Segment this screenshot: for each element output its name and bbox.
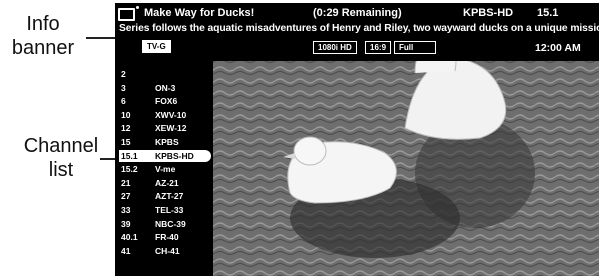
duck-head — [293, 136, 327, 166]
channel-list-item[interactable]: 27 AZT-27 — [119, 190, 211, 202]
channel-list-item[interactable]: 21 AZ-21 — [119, 177, 211, 189]
channel-number: 2 — [121, 69, 126, 79]
channel-list-item[interactable]: 39 NBC-39 — [119, 218, 211, 230]
resolution-badge: 1080i HD — [313, 41, 357, 54]
channel-name: TEL-33 — [155, 205, 184, 215]
channel-name: CH-41 — [155, 245, 180, 256]
channel-list-item[interactable]: 15.1 KPBS-HD — [119, 149, 211, 162]
channel-list-item[interactable]: 6 FOX6 — [119, 95, 211, 107]
info-banner-leader-line — [86, 37, 116, 39]
rating-badge: TV-G — [142, 40, 171, 53]
channel-name: AZT-27 — [155, 191, 184, 202]
channel-number: 21 — [121, 177, 131, 188]
channel-list[interactable]: 2 3 ON-3 6 FOX6 10 XWV-10 12 XEW-12 15 KPBS 15.1 KPB… — [115, 61, 213, 276]
channel-list-item[interactable]: 15.2 V-me — [119, 163, 211, 175]
program-description: Series follows the aquatic misadventures… — [119, 23, 599, 34]
channel-number: 40.1 — [121, 232, 138, 243]
clock: 12:00 AM — [535, 42, 581, 54]
channel-list-item[interactable]: 2 — [119, 68, 211, 80]
channel-list-item[interactable]: 40.1 FR-40 — [119, 231, 211, 243]
info-banner-callout: Info banner — [0, 12, 86, 60]
channel-name: XWV-10 — [155, 109, 187, 120]
channel-name: KPBS — [155, 137, 179, 147]
channel-number: 41 — [121, 245, 131, 256]
channel-name: ON-3 — [155, 82, 176, 93]
channel-list-item[interactable]: 3 ON-3 — [119, 82, 211, 94]
channel-name: AZ-21 — [155, 177, 179, 188]
info-banner: Make Way for Ducks! (0:29 Remaining) KPB… — [115, 3, 599, 61]
channel-list-item[interactable]: 41 CH-41 — [119, 245, 211, 257]
tv-display: Make Way for Ducks! (0:29 Remaining) KPB… — [115, 3, 599, 276]
channel-name: KPBS-HD — [155, 150, 194, 161]
channel-name: V-me — [155, 164, 176, 175]
program-title: Make Way for Ducks! — [144, 7, 255, 19]
channel-number: 33 — [121, 205, 131, 215]
picture-mode-badge: Full — [394, 41, 436, 54]
callout-line: list — [48, 159, 74, 181]
channel-number: 27 — [121, 191, 131, 202]
channel-name: XEW-12 — [155, 123, 187, 134]
channel-name: FR-40 — [155, 232, 179, 243]
channel-list-item[interactable]: 33 TEL-33 — [119, 204, 211, 216]
tv-screen-diagram: Info banner Channel list Make Way for Du… — [0, 0, 601, 278]
channel-number: 15 — [121, 137, 131, 147]
callout-line: banner — [11, 37, 75, 59]
time-remaining: (0:29 Remaining) — [313, 7, 402, 19]
station-name: KPBS-HD — [463, 7, 514, 19]
channel-number: 6 — [121, 96, 126, 107]
aspect-ratio-badge: 16:9 — [365, 41, 392, 54]
channel-list-item[interactable]: 12 XEW-12 — [119, 122, 211, 134]
channel-number: 12 — [121, 123, 131, 134]
channel-name: NBC-39 — [155, 218, 186, 229]
callout-line: Channel — [23, 135, 99, 157]
callout-line: Info — [26, 13, 60, 35]
channel-number: 15.1 — [537, 7, 559, 19]
channel-list-item[interactable]: 15 KPBS — [119, 136, 211, 148]
channel-list-item[interactable]: 10 XWV-10 — [119, 109, 211, 121]
channel-number: 15.1 — [121, 150, 138, 161]
channel-name: FOX6 — [155, 96, 178, 107]
channel-number: 10 — [121, 109, 131, 120]
channel-number: 15.2 — [121, 164, 138, 175]
channel-number: 3 — [121, 82, 126, 93]
tv-icon — [118, 6, 139, 21]
channel-number: 39 — [121, 218, 131, 229]
